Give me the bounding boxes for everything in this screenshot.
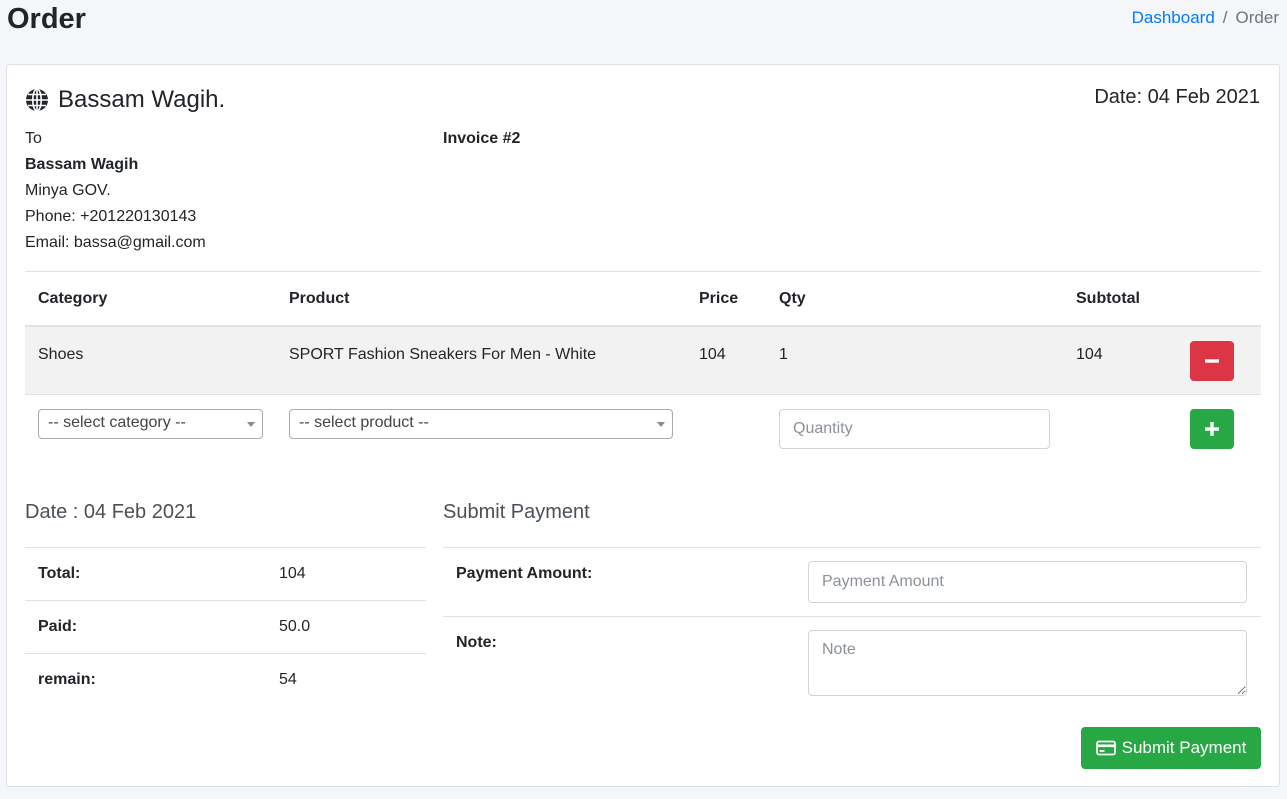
add-item-button[interactable] [1190,409,1234,449]
payment-amount-row: Payment Amount: [443,547,1261,616]
summary-date: Date : 04 Feb 2021 [25,501,197,523]
quantity-input[interactable] [779,409,1050,449]
payment-amount-label: Payment Amount: [456,565,593,582]
paid-row: Paid: 50.0 [25,600,426,653]
total-label: Total: [38,565,81,582]
table-header-row: Category Product Price Qty Subtotal [25,272,1261,327]
column-header-qty: Qty [779,290,806,307]
row-subtotal: 104 [1076,346,1103,363]
row-qty: 1 [779,346,788,363]
summary-table: Total: 104 Paid: 50.0 remain: 54 [25,547,426,706]
category-select[interactable]: -- select category -- [38,409,263,439]
remain-value: 54 [279,671,297,688]
invoice-date: Date: 04 Feb 2021 [1094,86,1260,108]
breadcrumb-current: Order [1235,8,1279,27]
breadcrumb-dashboard-link[interactable]: Dashboard [1132,8,1215,27]
items-table: Category Product Price Qty Subtotal Shoe… [25,271,1261,465]
row-product: SPORT Fashion Sneakers For Men - White [289,346,597,363]
row-category: Shoes [38,346,84,363]
remain-label: remain: [38,671,96,688]
content-header: Order Dashboard / Order [0,0,1287,64]
invoice-number: Invoice #2 [443,130,521,147]
product-select[interactable]: -- select product -- [289,409,673,439]
payment-amount-input[interactable] [808,561,1247,603]
note-row: Note: [443,616,1261,706]
customer-name: Bassam Wagih [25,156,139,173]
submit-payment-button[interactable]: Submit Payment [1081,727,1261,769]
column-header-price: Price [699,290,739,307]
remain-row: remain: 54 [25,653,426,706]
breadcrumb-separator: / [1222,8,1228,27]
column-header-product: Product [289,290,350,307]
add-item-row: -- select category -- -- select product … [25,395,1261,465]
paid-label: Paid: [38,618,78,635]
chevron-down-icon [247,422,255,427]
payment-title: Submit Payment [443,501,590,523]
customer-email: Email: bassa@gmail.com [25,234,206,251]
total-value: 104 [279,565,306,582]
column-header-category: Category [38,290,108,307]
note-label: Note: [456,634,497,651]
plus-icon [1205,422,1219,436]
minus-icon [1205,359,1219,363]
table-row: Shoes SPORT Fashion Sneakers For Men - W… [25,327,1261,395]
total-row: Total: 104 [25,547,426,600]
to-label: To [25,130,42,147]
credit-card-icon [1095,740,1116,756]
payment-form: Payment Amount: Note: [443,547,1261,706]
company-name: Bassam Wagih. [58,86,226,113]
customer-phone: Phone: +201220130143 [25,208,197,225]
product-select-value: -- select product -- [299,414,429,431]
page-title: Order [7,3,86,35]
invoice-card: Bassam Wagih. Date: 04 Feb 2021 To Bassa… [6,64,1280,787]
category-select-value: -- select category -- [48,414,186,431]
company-header: Bassam Wagih. [25,86,225,114]
remove-item-button[interactable] [1190,341,1234,381]
globe-icon [26,88,48,112]
paid-value: 50.0 [279,618,311,635]
row-price: 104 [699,346,726,363]
chevron-down-icon [657,422,665,427]
column-header-subtotal: Subtotal [1076,290,1140,307]
customer-address: To Bassam Wagih Minya GOV. Phone: +20122… [25,126,206,256]
breadcrumb: Dashboard / Order [1132,8,1279,28]
submit-payment-label: Submit Payment [1121,738,1247,757]
note-textarea[interactable] [808,630,1247,696]
customer-location: Minya GOV. [25,182,111,199]
